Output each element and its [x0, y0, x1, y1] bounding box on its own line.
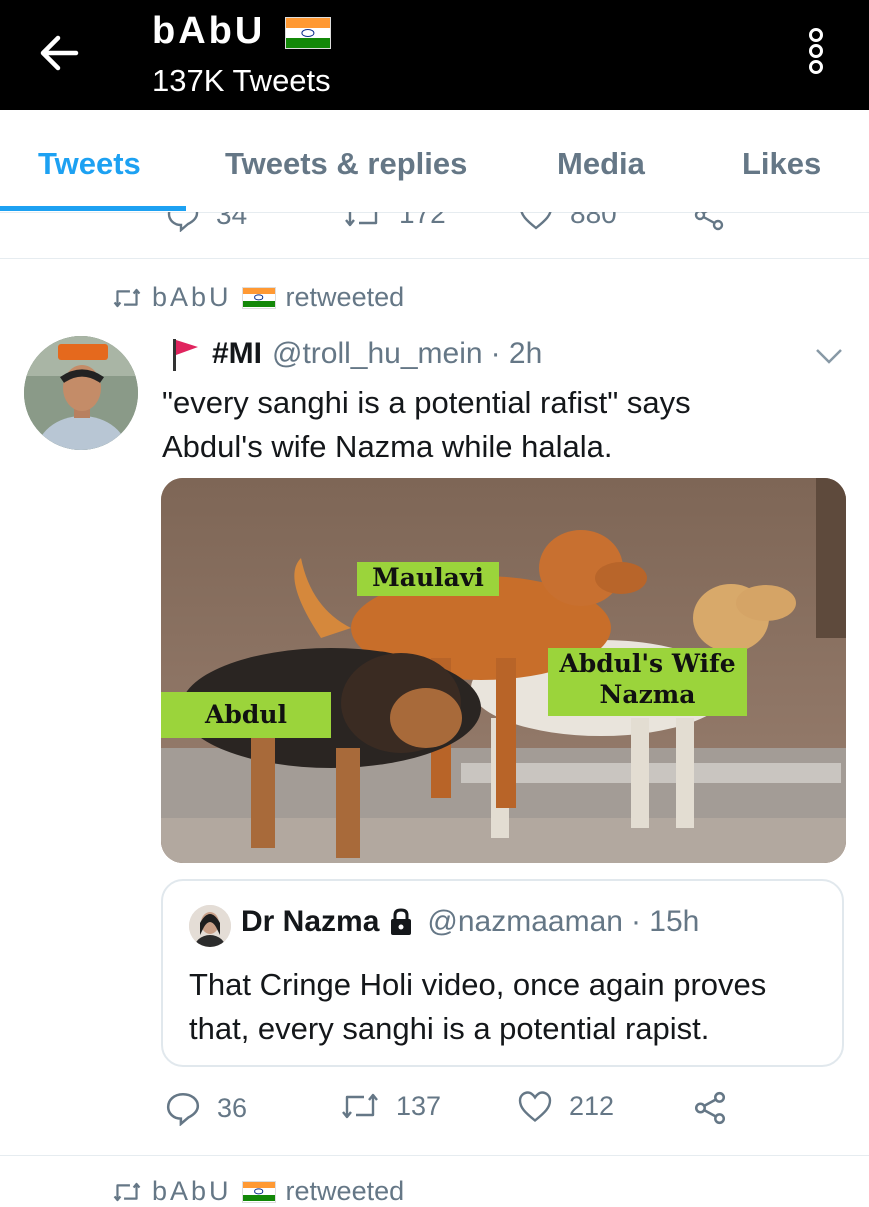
previous-retweet-button[interactable]: 172: [343, 212, 446, 230]
retweeter-name[interactable]: bAbU: [152, 282, 232, 313]
red-flag-icon: [173, 339, 198, 371]
like-icon: [518, 1091, 552, 1123]
tweet-divider: [0, 1155, 869, 1156]
india-flag-icon: [284, 16, 331, 49]
previous-share-button[interactable]: [692, 212, 726, 232]
author-handle[interactable]: @troll_hu_mein: [272, 337, 483, 371]
tweet-header: #MI @troll_hu_mein · 2h: [170, 337, 542, 371]
like-count: 212: [569, 1091, 615, 1121]
share-icon: [694, 1091, 726, 1125]
next-retweeted-label: retweeted: [285, 1176, 405, 1206]
tweet-count: 137K Tweets: [152, 63, 331, 98]
quoted-author-name: Dr Nazma: [241, 905, 380, 938]
profile-tabs: Tweets Tweets & replies Media Likes: [0, 110, 869, 213]
tab-tweets[interactable]: Tweets: [38, 146, 141, 182]
profile-title: bAbU: [152, 10, 331, 53]
tweet-actions: 36 137 212: [0, 1090, 869, 1136]
more-icon[interactable]: [802, 28, 830, 78]
like-icon: [520, 212, 552, 230]
profile-header: bAbU 137K Tweets: [0, 0, 869, 110]
previous-reply-button[interactable]: 34: [166, 212, 247, 232]
meme-label-abduls-wife: Abdul's Wife Nazma: [548, 648, 747, 716]
profile-name: bAbU: [152, 10, 266, 52]
author-name[interactable]: #MI: [212, 337, 262, 371]
meme-label-abdul: Abdul: [161, 692, 331, 738]
reply-button[interactable]: 36: [165, 1090, 247, 1126]
retweet-button[interactable]: 137: [340, 1090, 441, 1122]
quoted-tweet-header: Dr Nazma @nazmaaman · 15h: [241, 905, 699, 939]
share-icon: [694, 212, 724, 231]
like-button[interactable]: 212: [517, 1090, 614, 1123]
active-tab-indicator: [0, 206, 186, 211]
india-flag-icon: [241, 286, 276, 309]
reply-icon: [166, 1092, 200, 1126]
india-flag-icon: [241, 1180, 276, 1203]
tweet-text: "every sanghi is a potential rafist" say…: [162, 381, 842, 469]
chevron-down-icon[interactable]: [814, 346, 844, 366]
retweet-icon: [113, 1182, 141, 1201]
retweet-icon: [345, 212, 378, 227]
quoted-tweet-text: That Cringe Holi video, once again prove…: [189, 963, 829, 1051]
tweet-text-line-2: Abdul's wife Nazma while halala.: [162, 429, 613, 464]
previous-tweet-actions: 34 172 880: [0, 212, 869, 259]
retweet-context: bAbU retweeted: [112, 282, 404, 313]
tab-tweets-and-replies[interactable]: Tweets & replies: [225, 146, 467, 182]
tweet-media-image[interactable]: Maulavi Abdul's Wife Nazma Abdul: [161, 478, 846, 863]
quoted-tweet[interactable]: Dr Nazma @nazmaaman · 15h That Cringe Ho…: [161, 879, 844, 1067]
meme-label-maulavi: Maulavi: [357, 562, 499, 596]
tab-media[interactable]: Media: [557, 146, 645, 182]
quoted-text-line-1: That Cringe Holi video, once again prove…: [189, 967, 767, 1002]
quoted-text-line-2: that, every sanghi is a potential rapist…: [189, 1011, 710, 1046]
retweeted-label: retweeted: [285, 282, 405, 312]
reply-count: 36: [217, 1092, 248, 1123]
reply-icon: [167, 212, 199, 232]
quoted-author-avatar[interactable]: [189, 905, 231, 947]
lock-icon: [391, 908, 412, 935]
share-button[interactable]: [692, 1090, 728, 1126]
previous-like-button[interactable]: 880: [518, 212, 617, 230]
tweet-text-line-1: "every sanghi is a potential rafist" say…: [162, 385, 691, 420]
tab-likes[interactable]: Likes: [742, 146, 821, 182]
author-avatar[interactable]: [24, 336, 138, 450]
next-retweet-context: bAbU retweeted: [112, 1176, 404, 1207]
retweet-icon: [113, 288, 141, 307]
retweet-count: 137: [396, 1090, 442, 1121]
quoted-tweet-time: · 15h: [630, 905, 700, 938]
quoted-author-handle: @nazmaaman: [427, 905, 623, 938]
retweet-icon: [342, 1093, 378, 1119]
tweet-time: · 2h: [490, 337, 543, 370]
back-arrow-icon[interactable]: [36, 30, 82, 76]
next-retweeter-name[interactable]: bAbU: [152, 1176, 232, 1207]
